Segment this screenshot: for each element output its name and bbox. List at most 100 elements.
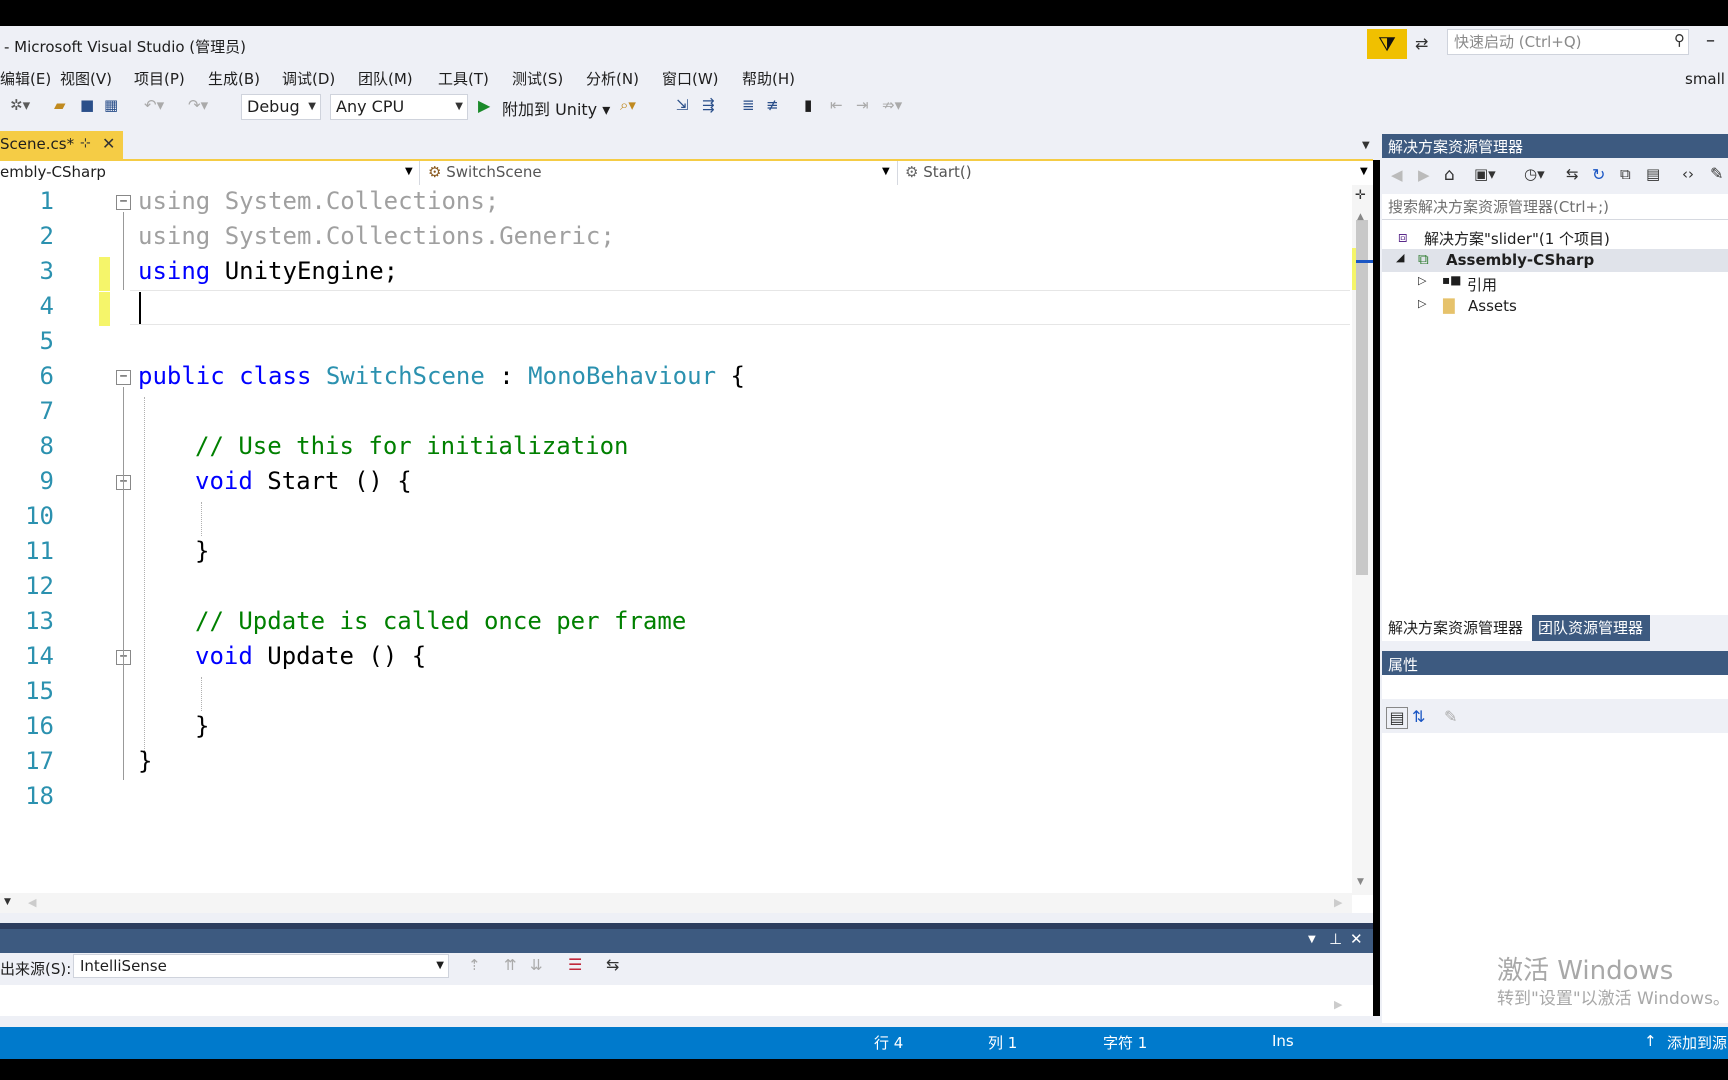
output-source-value: IntelliSense [80,957,167,975]
menu-window[interactable]: 窗口(W) [662,68,719,89]
forward-icon[interactable]: ▶ [1418,166,1430,184]
solution-search-input[interactable]: 搜索解决方案资源管理器(Ctrl+;) [1382,194,1728,220]
chevron-down-icon: ▼ [308,101,316,112]
configuration-select[interactable]: Debug ▼ [241,94,321,120]
line-number: 4 [39,292,54,320]
tree-project[interactable]: Assembly-CSharp [1446,251,1594,269]
menu-build[interactable]: 生成(B) [208,68,260,89]
back-icon[interactable]: ◀ [1391,166,1403,184]
feedback-icon[interactable]: ⇄ [1415,31,1439,57]
menu-project[interactable]: 项目(P) [134,68,185,89]
scroll-right-icon[interactable]: ▶ [1334,896,1342,909]
save-all-icon[interactable]: ▦ [104,96,118,114]
member-dropdown[interactable]: ⚙ Start() [905,161,1365,184]
alphabetical-icon[interactable]: ⇅ [1412,707,1425,726]
format-icon[interactable]: ⇶ [702,96,715,114]
clear-all-icon[interactable]: ☰ [568,955,582,974]
collapse-all-icon[interactable]: ⧉ [1620,165,1631,183]
goto-message-icon[interactable]: ⇡ [468,956,481,974]
redo-icon[interactable]: ↷▾ [188,96,208,114]
line-number: 13 [25,607,54,635]
comment-icon[interactable]: ≣ [742,96,755,114]
prev-message-icon[interactable]: ⇈ [504,956,517,974]
bookmark-icon[interactable]: ▮ [804,96,812,114]
menu-test[interactable]: 测试(S) [512,68,563,89]
menu-view[interactable]: 视图(V) [60,68,112,89]
chevron-down-icon[interactable]: ▼ [1308,934,1316,945]
clear-bookmarks-icon[interactable]: ⇏▾ [882,96,902,114]
attach-unity-button[interactable]: 附加到 Unity ▾ [502,96,610,120]
split-icon[interactable]: ✛ [1355,188,1366,203]
word-wrap-icon[interactable]: ⇆ [606,955,619,974]
show-all-files-icon[interactable]: ▤ [1646,165,1660,183]
pending-changes-icon[interactable]: ◷▾ [1524,165,1545,183]
expanded-arrow-icon[interactable]: ◢ [1396,251,1404,264]
tab-solution-explorer[interactable]: 解决方案资源管理器 [1382,615,1532,641]
output-body[interactable] [0,985,1373,1016]
chevron-down-icon[interactable]: ▼ [1362,140,1370,151]
scroll-down-icon[interactable]: ▼ [1357,877,1364,887]
line-number: 14 [25,642,54,670]
play-icon[interactable]: ▶ [478,96,490,115]
tab-document-label: Scene.cs* [0,135,75,153]
scroll-right-icon[interactable]: ▶ [1334,998,1342,1011]
menu-help[interactable]: 帮助(H) [742,68,795,89]
prev-bookmark-icon[interactable]: ⇤ [830,96,843,114]
notification-filter-icon[interactable]: ⧩ [1367,29,1407,59]
add-to-source-control[interactable]: 添加到源 [1667,1032,1727,1053]
menu-tools[interactable]: 工具(T) [438,68,489,89]
next-message-icon[interactable]: ⇊ [530,956,543,974]
code-line-2: using System.Collections.Generic; [138,222,615,250]
pin-icon[interactable]: ⊥ [1329,930,1342,948]
fold-toggle[interactable]: − [116,370,131,385]
tree-solution[interactable]: 解决方案"slider"(1 个项目) [1424,228,1610,249]
home-icon[interactable]: ⌂ [1444,165,1455,185]
collapsed-arrow-icon[interactable]: ▷ [1418,297,1426,310]
refresh-icon[interactable]: ↻ [1592,165,1605,184]
project-dropdown[interactable]: embly-CSharp [0,161,416,184]
editor-bottom-border [0,913,1373,923]
pin-icon[interactable]: ⊹ [80,136,91,151]
scroll-left-icon[interactable]: ◀ [28,896,36,909]
tree-references[interactable]: 引用 [1467,274,1497,295]
tab-team-explorer[interactable]: 团队资源管理器 [1532,615,1650,641]
status-insert-mode: Ins [1272,1032,1294,1050]
tree-assets[interactable]: Assets [1468,297,1517,315]
uncomment-icon[interactable]: ≢ [766,96,779,114]
close-icon[interactable]: ✕ [1350,930,1363,948]
collapsed-arrow-icon[interactable]: ▷ [1418,274,1426,287]
categorized-icon[interactable]: ▤ [1386,707,1408,729]
output-source-select[interactable]: IntelliSense ▼ [73,954,449,978]
new-item-icon[interactable]: ✲▾ [10,96,30,114]
sync-icon[interactable]: ⇆ [1566,165,1579,183]
scroll-up-icon[interactable]: ▲ [1357,212,1364,222]
menu-debug[interactable]: 调试(D) [282,68,335,89]
menu-team[interactable]: 团队(M) [358,68,413,89]
platform-select[interactable]: Any CPU ▼ [330,94,468,120]
open-file-icon[interactable]: ▰ [54,96,66,114]
zoom-dropdown-icon[interactable]: ▼ [4,897,11,907]
undo-icon[interactable]: ↶▾ [144,96,164,114]
property-pages-icon[interactable]: ✎ [1444,707,1457,726]
menu-analyze[interactable]: 分析(N) [586,68,639,89]
fold-guide [123,212,124,290]
status-char: 字符 1 [1103,1034,1148,1052]
minimize-button[interactable]: – [1706,30,1715,51]
vertical-scroll-thumb[interactable] [1356,220,1368,575]
horizontal-scrollbar[interactable] [0,893,1352,913]
user-name[interactable]: small [1685,70,1725,88]
quick-launch-input[interactable]: 快速启动 (Ctrl+Q) [1447,29,1689,55]
find-icon[interactable]: ⌕▾ [620,96,636,114]
close-icon[interactable]: ✕ [102,134,115,153]
properties-object-select[interactable] [1382,675,1728,699]
scroll-change-marker [1352,248,1356,290]
view-code-icon[interactable]: ‹› [1682,165,1694,183]
next-bookmark-icon[interactable]: ⇥ [856,96,869,114]
class-dropdown[interactable]: ⚙ SwitchScene [428,161,888,184]
fold-toggle[interactable]: − [116,195,131,210]
save-icon[interactable]: ■ [80,96,94,114]
switch-view-icon[interactable]: ▣▾ [1474,165,1496,183]
step-icon[interactable]: ⇲ [676,96,689,114]
menu-edit[interactable]: 编辑(E) [0,68,51,89]
properties-wrench-icon[interactable]: ✎ [1710,164,1723,183]
